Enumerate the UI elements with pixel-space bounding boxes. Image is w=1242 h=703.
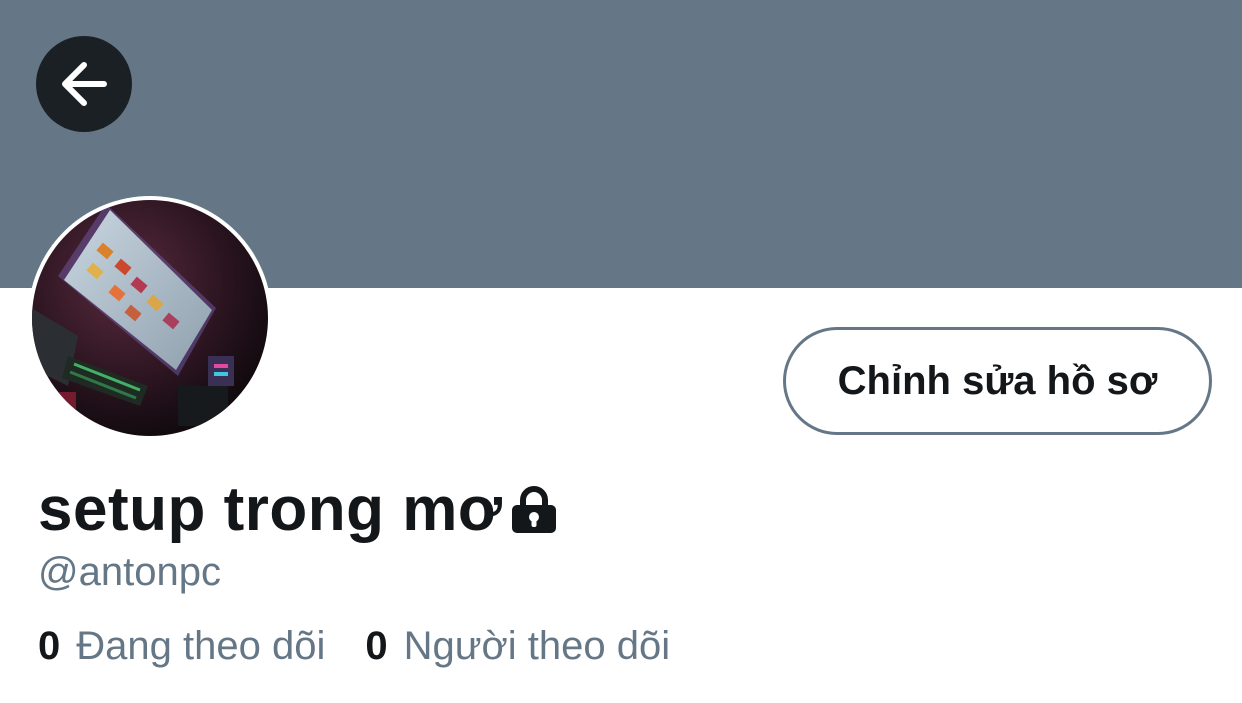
- followers-label: Người theo dõi: [403, 624, 671, 668]
- profile-page: Chỉnh sửa hồ sơ setup trong mơ @antonpc …: [0, 0, 1242, 703]
- edit-profile-button[interactable]: Chỉnh sửa hồ sơ: [783, 327, 1212, 435]
- followers-stat[interactable]: 0 Người theo dõi: [365, 622, 670, 670]
- following-label: Đang theo dõi: [76, 624, 326, 668]
- lock-icon: [510, 484, 560, 536]
- followers-count: 0: [365, 624, 388, 668]
- following-count: 0: [38, 624, 61, 668]
- back-button[interactable]: [36, 36, 132, 132]
- avatar-photo: [32, 200, 268, 436]
- following-stat[interactable]: 0 Đang theo dõi: [38, 622, 325, 670]
- display-name: setup trong mơ: [38, 475, 503, 544]
- avatar[interactable]: [28, 196, 272, 440]
- user-handle: @antonpc: [38, 550, 221, 594]
- arrow-left-icon: [62, 62, 107, 106]
- follow-stats: 0 Đang theo dõi 0 Người theo dõi: [38, 622, 670, 670]
- display-name-row: setup trong mơ: [38, 474, 560, 546]
